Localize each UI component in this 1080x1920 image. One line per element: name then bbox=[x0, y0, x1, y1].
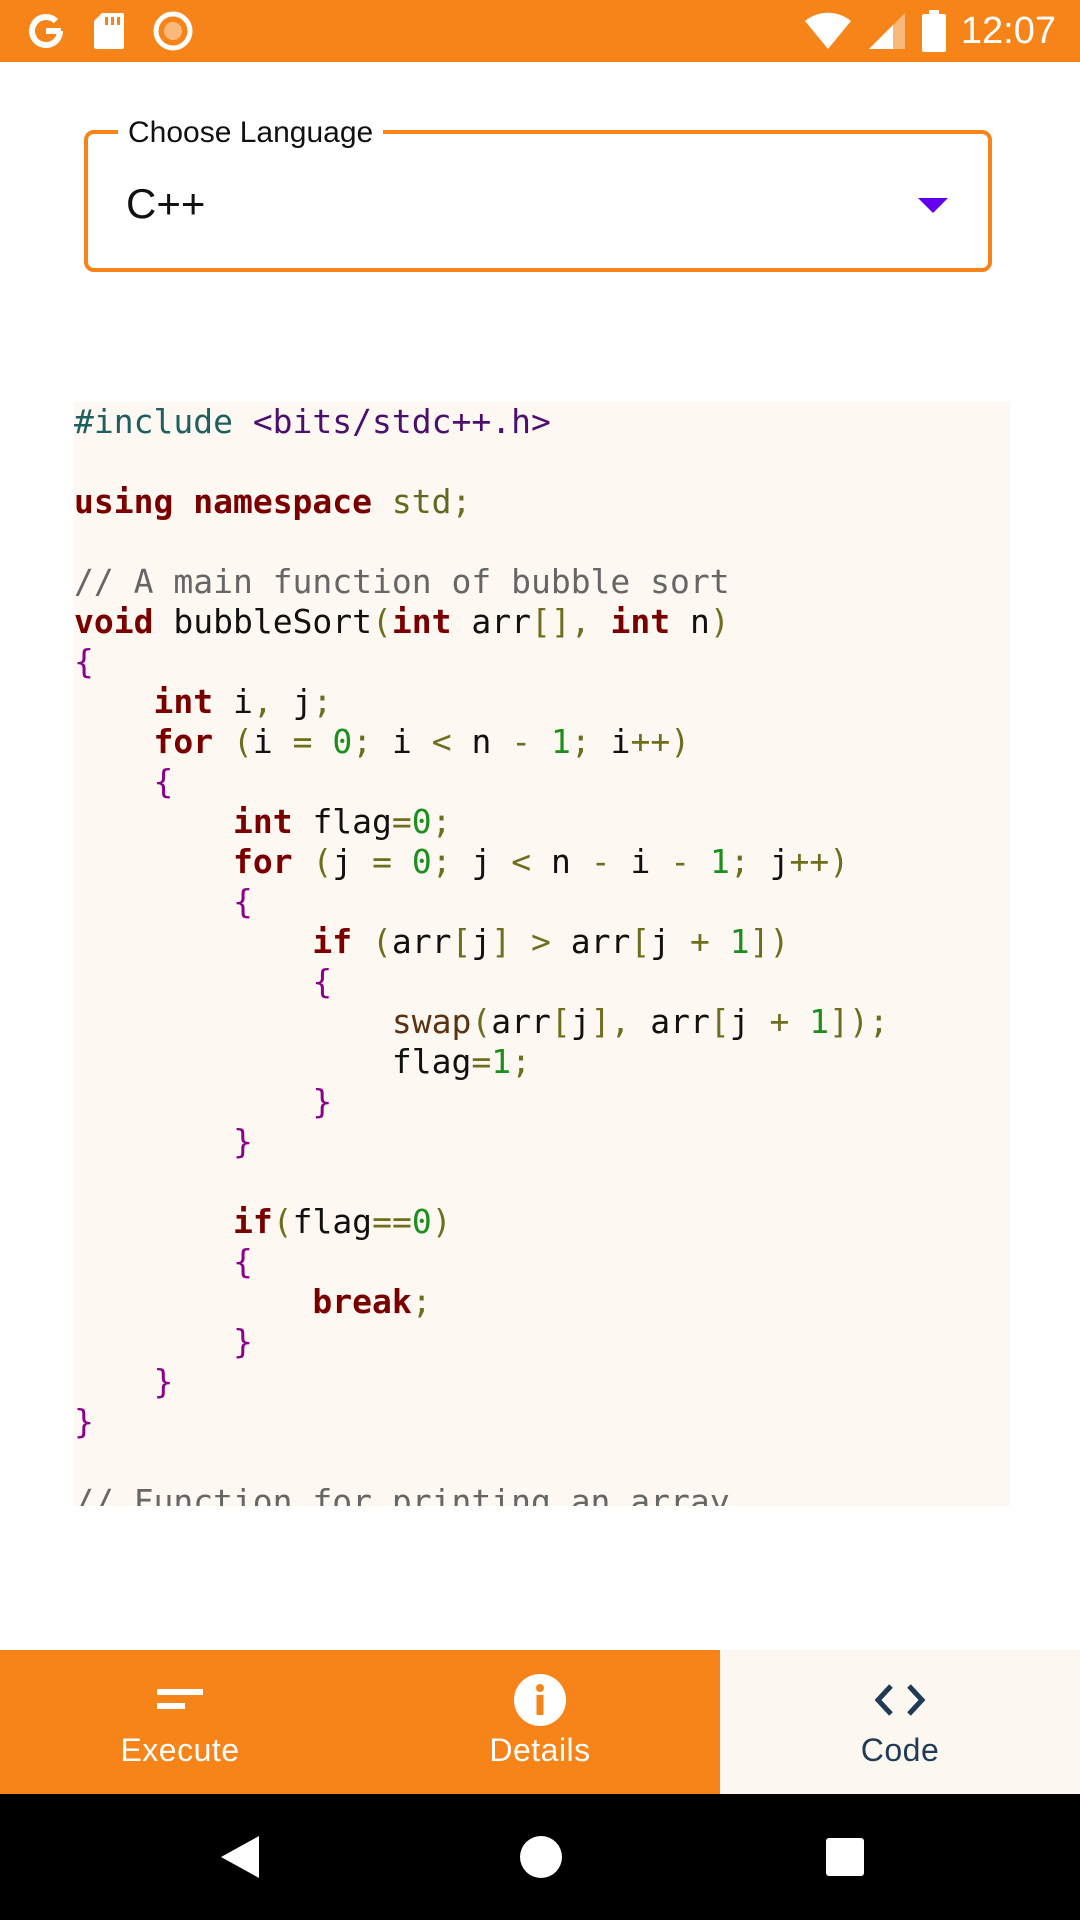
language-select-label: Choose Language bbox=[118, 116, 384, 150]
code-line: { bbox=[232, 1242, 253, 1281]
code-line: // Function for printing an array bbox=[74, 1482, 730, 1506]
code-line: // A main function of bubble sort bbox=[74, 562, 730, 601]
code-line: int flag=0; bbox=[232, 802, 452, 841]
code-line: } bbox=[312, 1082, 333, 1121]
code-line: { bbox=[153, 762, 174, 801]
bottom-navigation: Execute Details Code bbox=[0, 1650, 1080, 1794]
code-line: } bbox=[153, 1362, 174, 1401]
code-line: if (arr[j] > arr[j + 1]) bbox=[312, 922, 790, 961]
code-line: if(flag==0) bbox=[232, 1202, 452, 1241]
nav-details[interactable]: Details bbox=[360, 1650, 720, 1794]
code-line: { bbox=[312, 962, 333, 1001]
back-icon[interactable] bbox=[210, 1794, 270, 1920]
code-line: for (j = 0; j < n - i - 1; j++) bbox=[232, 842, 850, 881]
code-line: break; bbox=[312, 1282, 432, 1321]
dropdown-arrow-icon[interactable] bbox=[918, 196, 948, 219]
language-select-value[interactable]: C++ bbox=[126, 180, 205, 228]
nav-execute[interactable]: Execute bbox=[0, 1650, 360, 1794]
status-bar: 12:07 bbox=[0, 0, 1080, 62]
code-line: } bbox=[232, 1122, 253, 1161]
code-line: } bbox=[232, 1322, 253, 1361]
battery-icon bbox=[921, 10, 947, 52]
record-icon bbox=[152, 10, 194, 52]
nav-code-label: Code bbox=[860, 1732, 940, 1768]
info-icon bbox=[514, 1674, 566, 1726]
code-line: void bubbleSort(int arr[], int n) bbox=[74, 602, 730, 641]
home-icon[interactable] bbox=[516, 1794, 566, 1920]
system-navigation-bar bbox=[0, 1794, 1080, 1920]
recents-icon[interactable] bbox=[822, 1794, 868, 1920]
code-viewer[interactable]: #include <bits/stdc++.h> using namespace… bbox=[74, 402, 1010, 1506]
signal-icon bbox=[867, 11, 907, 51]
nav-details-label: Details bbox=[489, 1732, 591, 1768]
code-icon bbox=[873, 1676, 927, 1724]
code-line: } bbox=[74, 1402, 94, 1441]
execute-icon bbox=[157, 1676, 203, 1724]
sd-card-icon bbox=[92, 11, 126, 51]
wifi-icon bbox=[803, 11, 853, 51]
language-select[interactable] bbox=[84, 130, 992, 272]
code-line: swap(arr[j], arr[j + 1]); bbox=[391, 1002, 889, 1041]
code-block: #include <bits/stdc++.h> using namespace… bbox=[74, 402, 889, 1506]
code-line: { bbox=[232, 882, 253, 921]
code-line: using namespace std; bbox=[74, 482, 472, 521]
code-line: { bbox=[74, 642, 94, 681]
code-line: flag=1; bbox=[391, 1042, 531, 1081]
nav-code[interactable]: Code bbox=[720, 1650, 1080, 1794]
code-line: #include <bits/stdc++.h> bbox=[74, 402, 551, 441]
google-icon bbox=[26, 11, 66, 51]
code-line: for (i = 0; i < n - 1; i++) bbox=[153, 722, 691, 761]
code-line: int i, j; bbox=[153, 682, 333, 721]
clock: 12:07 bbox=[960, 9, 1056, 52]
nav-execute-label: Execute bbox=[120, 1732, 240, 1768]
